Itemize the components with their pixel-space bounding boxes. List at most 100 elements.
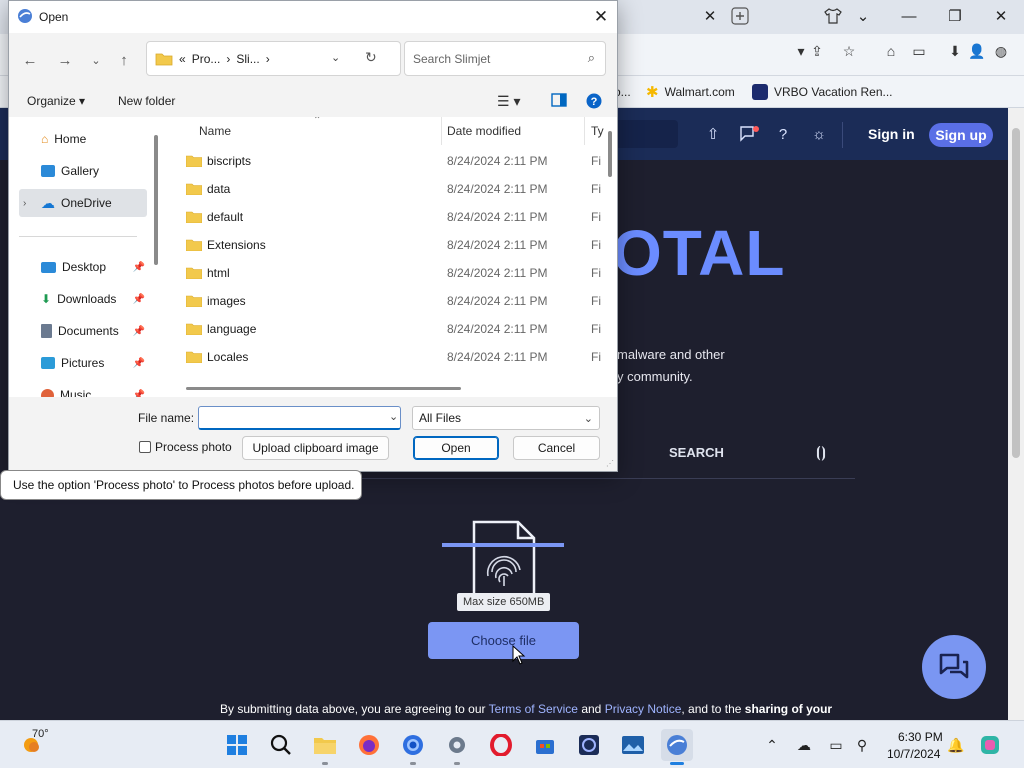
chevron-down-icon[interactable]: ⌄ [331, 51, 340, 64]
profile-icon[interactable]: 👤 [966, 40, 988, 62]
column-date-modified[interactable]: Date modified [447, 124, 521, 138]
nav-desktop[interactable]: Desktop 📌 [19, 253, 147, 281]
notification-bell-icon[interactable]: 🔔 [946, 735, 966, 755]
file-row[interactable]: images 8/24/2024 2:11 PM Fi [166, 287, 606, 315]
slimjet-icon[interactable] [661, 729, 693, 765]
file-row[interactable]: Extensions 8/24/2024 2:11 PM Fi [166, 231, 606, 259]
scrollbar-thumb[interactable] [1012, 128, 1020, 458]
copilot-icon[interactable] [980, 735, 1000, 755]
new-tab-button[interactable] [727, 4, 753, 28]
download-icon[interactable]: ⬇ [944, 40, 966, 62]
cancel-button[interactable]: Cancel [513, 436, 600, 460]
chevron-down-icon[interactable]: ⌄ [850, 4, 876, 28]
file-row[interactable]: default 8/24/2024 2:11 PM Fi [166, 203, 606, 231]
window-icon[interactable]: ▭ [908, 40, 930, 62]
network-icon[interactable]: ⚲ [852, 735, 872, 755]
resize-grip-icon[interactable]: ⋰ [606, 459, 614, 468]
file-row[interactable]: html 8/24/2024 2:11 PM Fi [166, 259, 606, 287]
close-icon[interactable]: ✕ [589, 6, 613, 28]
home-icon[interactable]: ⌂ [880, 40, 902, 62]
sign-in-link[interactable]: Sign in [868, 126, 915, 142]
up-arrow-icon[interactable]: ↑ [113, 49, 135, 71]
nav-gallery[interactable]: Gallery [19, 157, 147, 185]
help-icon[interactable]: ? [772, 123, 794, 145]
close-window-button[interactable]: ✕ [988, 4, 1014, 28]
clock-date[interactable]: 10/7/2024 [887, 747, 940, 761]
choose-file-button[interactable]: Choose file [428, 622, 579, 659]
upload-icon[interactable]: ⇧ [702, 123, 724, 145]
share-icon[interactable]: ⇪ [806, 40, 828, 62]
firefox-icon[interactable] [353, 729, 385, 761]
recent-locations-icon[interactable]: ⌄ [85, 49, 107, 71]
upload-clipboard-button[interactable]: Upload clipboard image [242, 436, 389, 460]
star-icon[interactable]: ☆ [838, 40, 860, 62]
shirt-icon[interactable] [820, 4, 846, 28]
chevron-right-icon[interactable]: › [23, 198, 26, 209]
new-folder-button[interactable]: New folder [118, 94, 175, 108]
breadcrumb-part[interactable]: Pro... [192, 52, 221, 66]
nav-scrollbar[interactable] [154, 135, 158, 265]
tab-search[interactable]: SEARCH [669, 445, 724, 460]
chevron-down-icon[interactable]: ⌄ [389, 410, 398, 423]
nav-documents[interactable]: Documents 📌 [19, 317, 147, 345]
view-options-icon[interactable]: ☰ ▾ [497, 93, 520, 110]
bookmark-vrbo[interactable]: VRBO Vacation Ren... [752, 82, 893, 102]
store-icon[interactable] [529, 729, 561, 761]
file-list-vscrollbar[interactable] [608, 131, 612, 177]
column-type[interactable]: Ty [591, 124, 604, 138]
column-separator[interactable] [584, 117, 585, 145]
nav-onedrive[interactable]: › ☁ OneDrive [19, 189, 147, 217]
nav-music[interactable]: Music 📌 [19, 381, 147, 397]
file-row[interactable]: biscripts 8/24/2024 2:11 PM Fi [166, 147, 606, 175]
back-arrow-icon[interactable]: ← [19, 49, 41, 71]
clock-time[interactable]: 6:30 PM [898, 730, 943, 744]
refresh-icon[interactable]: ↻ [365, 49, 377, 66]
chevron-up-icon[interactable]: ⌃ [762, 735, 782, 755]
app-icon[interactable] [573, 729, 605, 761]
opera-icon[interactable] [485, 729, 517, 761]
nav-home[interactable]: ⌂ Home [19, 125, 147, 153]
file-row[interactable]: Locales 8/24/2024 2:11 PM Fi [166, 343, 606, 371]
search-input[interactable]: Search Slimjet ⌕ [404, 41, 606, 76]
breadcrumb-part[interactable]: Sli... [236, 52, 259, 66]
page-scrollbar[interactable] [1008, 108, 1024, 720]
chat-button[interactable] [922, 635, 986, 699]
terms-of-service-link[interactable]: Terms of Service [489, 702, 578, 716]
search-icon[interactable] [265, 729, 297, 761]
file-type-select[interactable]: All Files ⌄ [412, 406, 600, 430]
settings-icon[interactable] [441, 729, 473, 765]
privacy-notice-link[interactable]: Privacy Notice [605, 702, 682, 716]
file-row[interactable]: language 8/24/2024 2:11 PM Fi [166, 315, 606, 343]
open-button[interactable]: Open [413, 436, 499, 460]
sign-up-button[interactable]: Sign up [929, 123, 993, 147]
photos-icon[interactable] [617, 729, 649, 761]
theme-toggle-icon[interactable]: ☼ [808, 123, 830, 145]
column-name[interactable]: Name [199, 124, 231, 138]
checkbox[interactable] [139, 441, 151, 453]
minimize-button[interactable]: — [896, 4, 922, 28]
cloud-offline-icon[interactable]: ☁ [794, 735, 814, 755]
file-explorer-icon[interactable] [309, 729, 341, 765]
globe-icon[interactable]: ◍ [990, 40, 1012, 62]
chrome-icon[interactable] [397, 729, 429, 765]
forward-arrow-icon[interactable]: → [54, 49, 76, 71]
column-separator[interactable] [441, 117, 442, 145]
file-row[interactable]: data 8/24/2024 2:11 PM Fi [166, 175, 606, 203]
restore-button[interactable]: ❐ [942, 4, 968, 28]
process-photo-checkbox[interactable]: Process photo [139, 440, 232, 454]
grip-icon[interactable]: ⦗⦘ [816, 444, 826, 461]
organize-menu[interactable]: Organize ▾ [27, 94, 85, 108]
nav-pictures[interactable]: Pictures 📌 [19, 349, 147, 377]
chat-notification-icon[interactable] [738, 123, 760, 145]
close-tab-icon[interactable]: ✕ [697, 4, 723, 28]
file-list-hscrollbar[interactable] [186, 387, 461, 390]
nav-downloads[interactable]: ⬇ Downloads 📌 [19, 285, 147, 313]
display-icon[interactable]: ▭ [826, 735, 846, 755]
bookmark-walmart[interactable]: ✱ Walmart.com [646, 82, 735, 102]
weather-temperature[interactable]: 70° [32, 728, 49, 740]
address-bar[interactable]: « Pro... › Sli... › ⌄ ↻ [146, 41, 401, 76]
preview-pane-icon[interactable] [551, 93, 567, 110]
start-icon[interactable] [221, 729, 253, 761]
help-icon[interactable]: ? [586, 93, 602, 112]
file-name-input[interactable] [198, 406, 401, 430]
